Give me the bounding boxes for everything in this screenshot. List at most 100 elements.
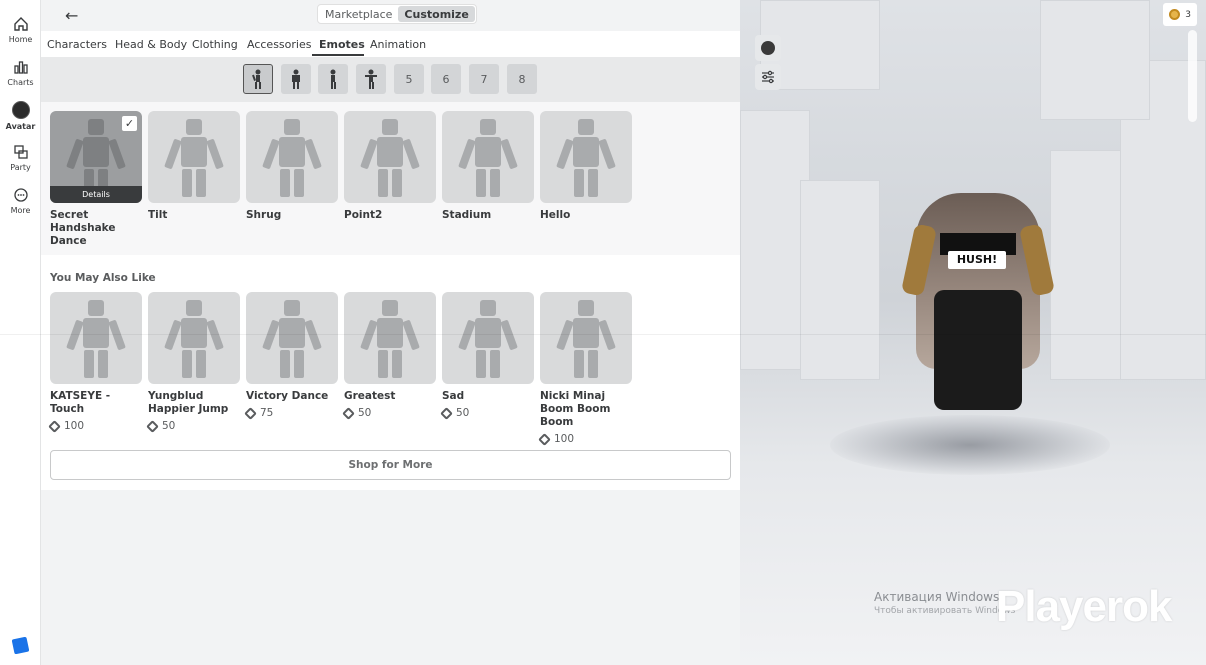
nav-home[interactable]: Home bbox=[0, 16, 41, 44]
emote-thumbnail[interactable] bbox=[246, 292, 338, 384]
active-tab-underline bbox=[312, 54, 364, 56]
tab-clothing[interactable]: Clothing bbox=[192, 38, 238, 51]
viewport-scrollbar[interactable] bbox=[1188, 30, 1197, 122]
nav-more[interactable]: More bbox=[0, 187, 41, 215]
nav-more-label: More bbox=[10, 206, 31, 215]
nav-avatar[interactable]: Avatar bbox=[0, 101, 41, 131]
recommend-card[interactable]: Yungblud Happier Jump 50 bbox=[146, 292, 240, 433]
party-icon bbox=[13, 145, 28, 159]
hush-sign: HUSH! bbox=[948, 251, 1006, 269]
emote-name: Shrug bbox=[246, 209, 282, 221]
emote-card[interactable]: ✓ Details Secret Handshake Dance bbox=[50, 111, 142, 248]
tab-emotes[interactable]: Emotes bbox=[319, 38, 365, 51]
tab-head-body[interactable]: Head & Body bbox=[115, 38, 187, 51]
currency-count: 3 bbox=[1185, 9, 1191, 20]
price-value: 50 bbox=[456, 407, 470, 419]
emote-thumbnail[interactable] bbox=[50, 292, 142, 384]
emote-figure-icon bbox=[360, 119, 420, 197]
coin-icon bbox=[1169, 9, 1181, 20]
shop-for-more-button[interactable]: Shop for More bbox=[50, 450, 731, 480]
item-name: Victory Dance bbox=[246, 390, 329, 402]
emote-thumbnail[interactable] bbox=[442, 111, 534, 203]
emote-slot-2[interactable] bbox=[281, 64, 311, 94]
tab-characters[interactable]: Characters bbox=[47, 38, 107, 51]
recommend-card[interactable]: Greatest 50 bbox=[342, 292, 436, 420]
windows-activation-title: Активация Windows bbox=[874, 590, 1000, 604]
top-bar: ← Marketplace Customize bbox=[41, 0, 740, 31]
segment-marketplace[interactable]: Marketplace bbox=[319, 6, 398, 22]
category-tabs: Characters Head & Body Clothing Accessor… bbox=[41, 31, 740, 57]
viewport-settings-button[interactable] bbox=[755, 64, 781, 90]
background-block bbox=[800, 180, 880, 380]
emote-name: Point2 bbox=[344, 209, 383, 221]
emote-thumbnail[interactable] bbox=[540, 111, 632, 203]
robux-icon bbox=[538, 432, 551, 446]
back-arrow-icon[interactable]: ← bbox=[65, 6, 78, 25]
emote-slot-7[interactable]: 7 bbox=[469, 64, 499, 94]
emote-figure-icon bbox=[365, 69, 377, 89]
emote-card[interactable]: Point2 bbox=[344, 111, 436, 222]
emote-slot-5[interactable]: 5 bbox=[394, 64, 424, 94]
item-name: Greatest bbox=[344, 390, 396, 402]
robux-icon bbox=[244, 406, 257, 420]
item-name: KATSEYE - Touch bbox=[50, 390, 111, 415]
emote-figure-icon bbox=[262, 300, 322, 378]
emote-card[interactable]: Shrug bbox=[246, 111, 338, 222]
item-price: 75 bbox=[244, 406, 338, 420]
emote-figure-icon bbox=[164, 300, 224, 378]
emote-card[interactable]: Tilt bbox=[148, 111, 240, 222]
currency-balance[interactable]: 3 bbox=[1163, 3, 1197, 26]
roblox-logo-icon[interactable] bbox=[11, 636, 30, 655]
avatar-model[interactable]: HUSH! bbox=[900, 185, 1056, 415]
recommend-card[interactable]: Sad 50 bbox=[440, 292, 534, 420]
item-name: Nicki Minaj Boom Boom Boom bbox=[540, 390, 611, 428]
avatar-viewport[interactable]: HUSH! 3 Активация Windows Чтобы активиро… bbox=[740, 0, 1206, 665]
nav-party[interactable]: Party bbox=[0, 144, 41, 172]
item-price: 100 bbox=[538, 432, 632, 446]
avatar-shadow bbox=[830, 415, 1110, 475]
emote-thumbnail[interactable] bbox=[344, 111, 436, 203]
emote-card[interactable]: Stadium bbox=[442, 111, 534, 222]
emote-figure-icon bbox=[360, 300, 420, 378]
emote-name: Stadium bbox=[442, 209, 492, 221]
price-value: 75 bbox=[260, 407, 274, 419]
emote-thumbnail[interactable] bbox=[246, 111, 338, 203]
emote-name: Tilt bbox=[148, 209, 168, 221]
nav-charts-label: Charts bbox=[7, 78, 34, 87]
emote-thumbnail[interactable] bbox=[344, 292, 436, 384]
emote-thumbnail[interactable] bbox=[148, 292, 240, 384]
emote-slot-4[interactable] bbox=[356, 64, 386, 94]
emote-slot-6[interactable]: 6 bbox=[431, 64, 461, 94]
tab-animation[interactable]: Animation bbox=[370, 38, 426, 51]
empty-area bbox=[41, 490, 740, 665]
emote-thumbnail[interactable] bbox=[148, 111, 240, 203]
segment-customize[interactable]: Customize bbox=[398, 6, 475, 22]
tab-accessories[interactable]: Accessories bbox=[247, 38, 311, 51]
robux-icon bbox=[440, 406, 453, 420]
recommend-card[interactable]: Nicki Minaj Boom Boom Boom 100 bbox=[538, 292, 632, 446]
price-value: 50 bbox=[162, 420, 176, 432]
emote-figure-icon bbox=[262, 119, 322, 197]
emote-thumbnail[interactable] bbox=[540, 292, 632, 384]
price-value: 100 bbox=[554, 433, 575, 445]
details-button[interactable]: Details bbox=[50, 186, 142, 203]
recommend-card[interactable]: Victory Dance 75 bbox=[244, 292, 338, 420]
nav-charts[interactable]: Charts bbox=[0, 59, 41, 87]
brand-watermark: Playerok bbox=[996, 582, 1172, 631]
recommend-card[interactable]: KATSEYE - Touch 100 bbox=[48, 292, 142, 433]
avatar-headshot-button[interactable] bbox=[755, 35, 781, 61]
emote-card[interactable]: Hello bbox=[540, 111, 632, 222]
emote-slot-1[interactable] bbox=[243, 64, 273, 94]
item-price: 100 bbox=[48, 419, 142, 433]
emote-thumbnail[interactable] bbox=[442, 292, 534, 384]
emote-figure-icon bbox=[252, 69, 261, 89]
emote-slot-3[interactable] bbox=[318, 64, 348, 94]
emote-figure-icon bbox=[66, 300, 126, 378]
price-value: 50 bbox=[358, 407, 372, 419]
robux-icon bbox=[48, 419, 61, 433]
emote-thumbnail[interactable]: ✓ Details bbox=[50, 111, 142, 203]
equipped-check-icon[interactable]: ✓ bbox=[122, 116, 137, 131]
emote-figure-icon bbox=[458, 119, 518, 197]
emote-slot-8[interactable]: 8 bbox=[507, 64, 537, 94]
item-price: 50 bbox=[440, 406, 534, 420]
